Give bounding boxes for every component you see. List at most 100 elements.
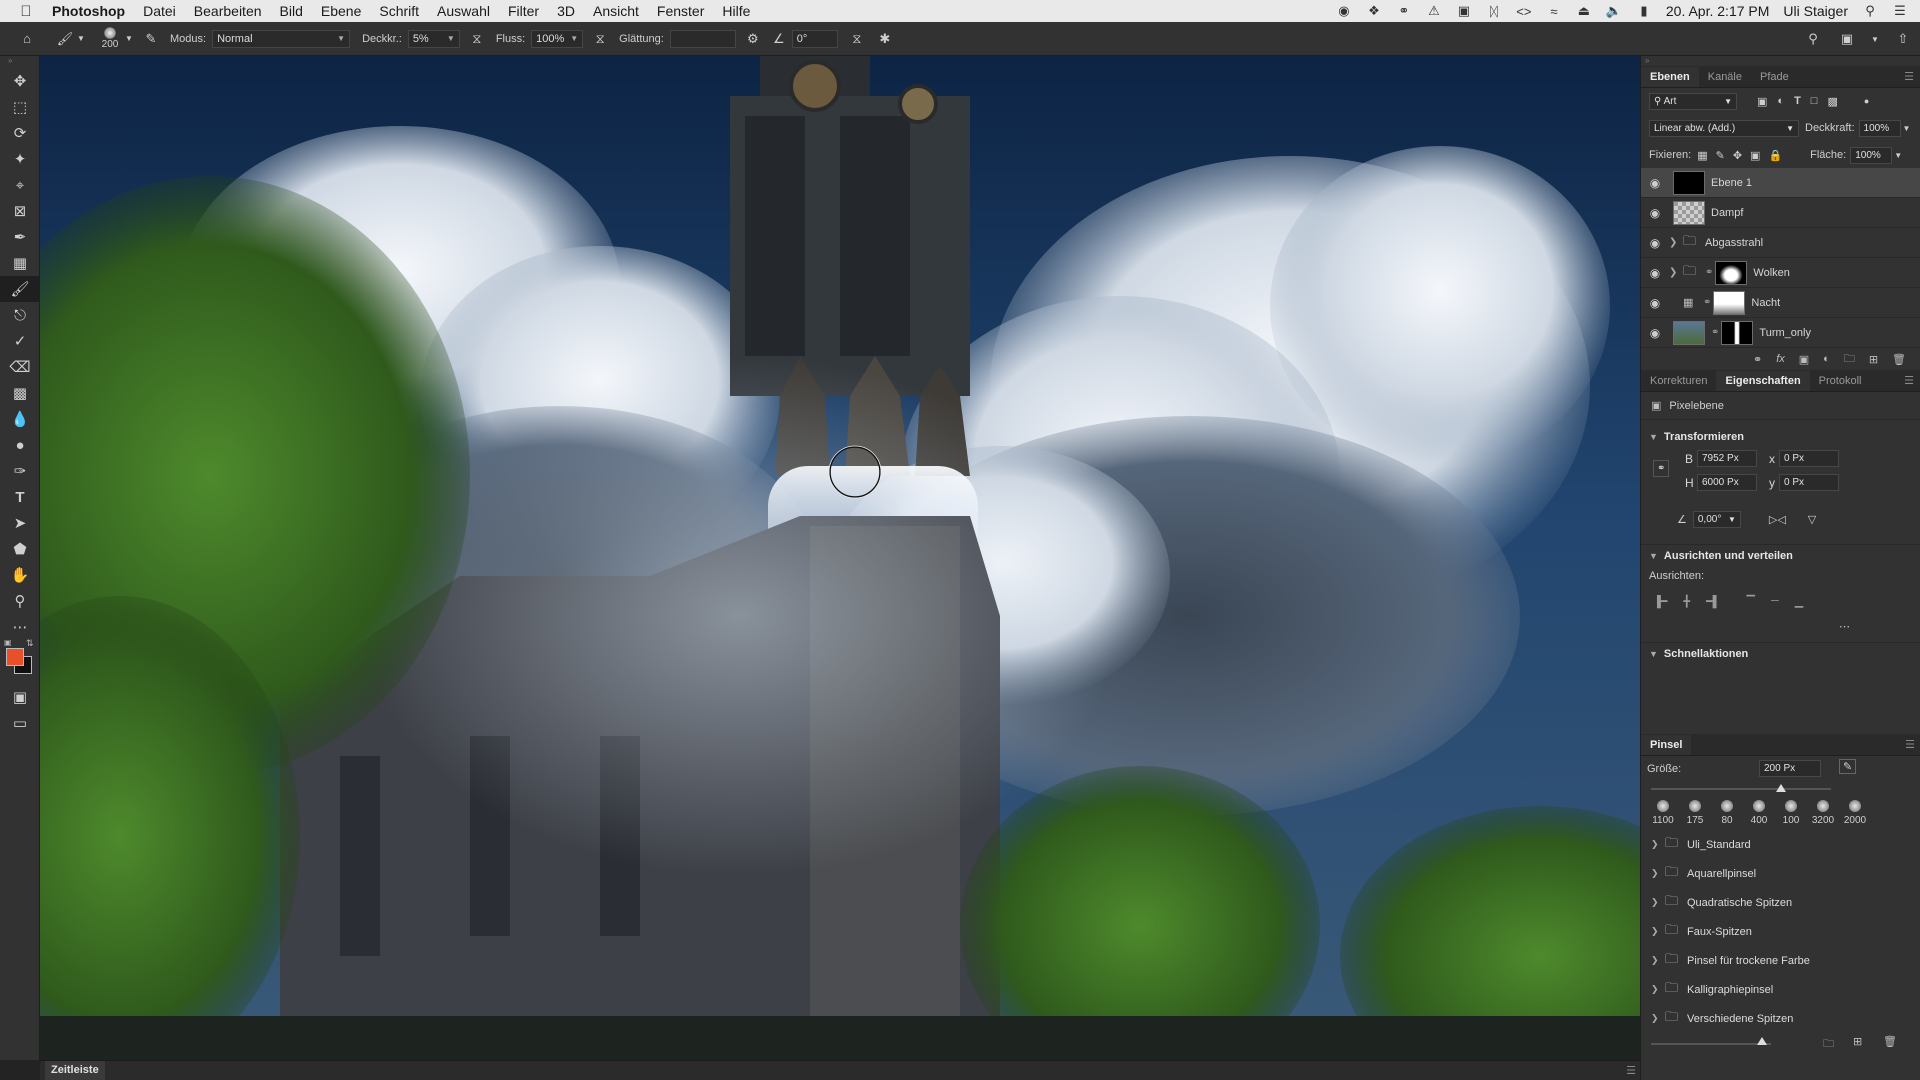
align-bottom-icon[interactable]: ▁ bbox=[1795, 595, 1803, 608]
search-icon[interactable]: ⚲ bbox=[1802, 28, 1824, 50]
brush-preset[interactable]: 1100 bbox=[1647, 800, 1679, 826]
new-adjustment-icon[interactable]: ◐ bbox=[1823, 353, 1830, 365]
more-options-icon[interactable]: ⋯ bbox=[1839, 620, 1850, 633]
eyedropper-tool-icon[interactable]: ✒ bbox=[0, 224, 40, 250]
app-status-icon[interactable]: ▣ bbox=[1456, 3, 1472, 18]
width-input[interactable]: 7952 Px bbox=[1697, 450, 1757, 467]
default-colors-icon[interactable]: ▣ bbox=[4, 638, 12, 647]
menubar-datetime[interactable]: 20. Apr. 2:17 PM bbox=[1666, 3, 1770, 19]
symmetry-icon[interactable]: ✱ bbox=[874, 28, 896, 50]
eye-icon[interactable]: ◉ bbox=[1641, 266, 1669, 280]
gear-icon[interactable]: ⚙ bbox=[742, 28, 764, 50]
notification-bell-icon[interactable]: ⚠ bbox=[1426, 3, 1442, 18]
volume-icon[interactable]: 🔈 bbox=[1606, 3, 1622, 18]
lock-all-icon[interactable]: 🔒 bbox=[1768, 149, 1782, 162]
eye-icon[interactable]: ◉ bbox=[1641, 326, 1669, 340]
tab-pinsel[interactable]: Pinsel bbox=[1641, 735, 1692, 755]
brush-size-input[interactable]: 200 Px bbox=[1759, 760, 1821, 777]
filter-type-icon[interactable]: T bbox=[1794, 95, 1801, 107]
lock-transparent-icon[interactable]: ▦ bbox=[1697, 149, 1707, 162]
panel-menu-icon[interactable]: ☰ bbox=[1626, 1064, 1636, 1077]
brush-folder-item[interactable]: ❯ 🗀 Uli_Standard bbox=[1641, 830, 1920, 859]
rotation-input[interactable]: 0,00° ▼ bbox=[1692, 510, 1741, 528]
menu-bild[interactable]: Bild bbox=[280, 3, 303, 19]
brush-tool-icon[interactable]: 🖌 bbox=[0, 276, 40, 302]
link-layers-icon[interactable]: ⚭ bbox=[1753, 353, 1762, 366]
dropbox-icon[interactable]: ❖ bbox=[1366, 3, 1382, 18]
panel-menu-icon[interactable]: ☰ bbox=[1904, 374, 1914, 387]
workspace-icon[interactable]: ▣ bbox=[1836, 28, 1858, 50]
new-folder-icon[interactable]: 🗀 bbox=[1823, 1035, 1834, 1054]
brush-folder-item[interactable]: ❯ 🗀 Faux-Spitzen bbox=[1641, 917, 1920, 946]
menu-datei[interactable]: Datei bbox=[143, 3, 176, 19]
hand-tool-icon[interactable]: ✋ bbox=[0, 562, 40, 588]
layer-row[interactable]: ◉ Ebene 1 bbox=[1641, 168, 1920, 198]
toolbar-collapse-icon[interactable]: » bbox=[0, 56, 39, 68]
brush-preset[interactable]: 2000 bbox=[1839, 800, 1871, 826]
link-icon[interactable]: ⚭ bbox=[1711, 327, 1719, 338]
layer-name[interactable]: Abgasstrahl bbox=[1705, 237, 1763, 249]
add-mask-icon[interactable]: ▣ bbox=[1799, 353, 1809, 366]
eject-icon[interactable]: ⏏ bbox=[1576, 3, 1592, 18]
quick-mask-icon[interactable]: ▣ bbox=[0, 684, 40, 710]
layer-filter-select[interactable]: ⚲ Art ▼ bbox=[1649, 92, 1737, 110]
document-canvas[interactable] bbox=[40, 56, 1640, 1060]
lock-image-icon[interactable]: ✎ bbox=[1716, 149, 1725, 162]
tab-eigenschaften[interactable]: Eigenschaften bbox=[1716, 371, 1810, 391]
lock-position-icon[interactable]: ✥ bbox=[1733, 149, 1742, 162]
brush-size-slider[interactable] bbox=[1651, 782, 1911, 796]
preview-size-slider[interactable] bbox=[1651, 1043, 1771, 1045]
move-tool-icon[interactable]: ✥ bbox=[0, 68, 40, 94]
align-right-icon[interactable]: ━▌ bbox=[1706, 595, 1720, 608]
dodge-tool-icon[interactable]: ● bbox=[0, 432, 40, 458]
gradient-tool-icon[interactable]: ▩ bbox=[0, 380, 40, 406]
new-brush-icon[interactable]: ⊞ bbox=[1853, 1035, 1862, 1048]
chevron-right-icon[interactable]: ❯ bbox=[1651, 955, 1665, 966]
eraser-tool-icon[interactable]: ⌫ bbox=[0, 354, 40, 380]
y-input[interactable]: 0 Px bbox=[1779, 474, 1839, 491]
smoothing-select[interactable] bbox=[669, 29, 736, 48]
menu-auswahl[interactable]: Auswahl bbox=[437, 3, 490, 19]
link-icon[interactable]: ⚭ bbox=[1705, 267, 1713, 278]
layer-group-row[interactable]: ◉ ❯ 🗀 ⚭ Wolken bbox=[1641, 258, 1920, 288]
filter-toggle-icon[interactable]: ● bbox=[1864, 96, 1869, 106]
layer-name[interactable]: Nacht bbox=[1751, 297, 1780, 309]
swap-colors-icon[interactable]: ⇅ bbox=[26, 638, 34, 649]
chevron-down-icon[interactable]: ▼ bbox=[1870, 28, 1880, 50]
slider-thumb[interactable] bbox=[1775, 784, 1786, 792]
foreground-color-swatch[interactable] bbox=[6, 648, 24, 666]
airbrush-icon[interactable]: ⧖ bbox=[589, 28, 611, 50]
history-brush-tool-icon[interactable]: ✓ bbox=[0, 328, 40, 354]
menu-fenster[interactable]: Fenster bbox=[657, 3, 704, 19]
apple-icon[interactable]:  bbox=[0, 3, 52, 20]
lock-artboard-icon[interactable]: ▣ bbox=[1750, 149, 1760, 162]
menu-ansicht[interactable]: Ansicht bbox=[593, 3, 639, 19]
chevron-right-icon[interactable]: ❯ bbox=[1669, 237, 1683, 248]
menu-hilfe[interactable]: Hilfe bbox=[722, 3, 750, 19]
brush-folder-item[interactable]: ❯ 🗀 Quadratische Spitzen bbox=[1641, 888, 1920, 917]
align-center-h-icon[interactable]: ╋ bbox=[1683, 595, 1690, 608]
spotlight-search-icon[interactable]: ⚲ bbox=[1862, 3, 1878, 18]
menu-3d[interactable]: 3D bbox=[557, 3, 575, 19]
mode-select[interactable]: Normal ▼ bbox=[212, 29, 351, 48]
frame-tool-icon[interactable]: ⊠ bbox=[0, 198, 40, 224]
layer-name[interactable]: Turm_only bbox=[1759, 327, 1811, 339]
marquee-tool-icon[interactable]: ⬚ bbox=[0, 94, 40, 120]
filter-smartobject-icon[interactable]: ▩ bbox=[1827, 95, 1837, 108]
brush-settings-icon[interactable]: ✎ bbox=[140, 28, 162, 50]
chevron-down-icon[interactable]: ▼ bbox=[76, 28, 86, 50]
shape-tool-icon[interactable]: ⬟ bbox=[0, 536, 40, 562]
brush-preset[interactable]: 100 bbox=[1775, 800, 1807, 826]
flip-vertical-icon[interactable]: ▽ bbox=[1808, 513, 1816, 526]
layer-name[interactable]: Wolken bbox=[1753, 267, 1789, 279]
menu-app-name[interactable]: Photoshop bbox=[52, 3, 125, 19]
crop-tool-icon[interactable]: ⌖ bbox=[0, 172, 40, 198]
fill-input[interactable]: 100% bbox=[1850, 146, 1893, 164]
chevron-right-icon[interactable]: ❯ bbox=[1651, 984, 1665, 995]
eye-icon[interactable]: ◉ bbox=[1641, 206, 1669, 220]
code-icon[interactable]: <> bbox=[1516, 4, 1532, 19]
tab-ebenen[interactable]: Ebenen bbox=[1641, 67, 1699, 87]
quick-actions-header[interactable]: ▼ Schnellaktionen bbox=[1641, 642, 1920, 664]
align-section-header[interactable]: ▼ Ausrichten und verteilen bbox=[1641, 544, 1920, 566]
brush-folder-item[interactable]: ❯ 🗀 Pinsel für trockene Farbe bbox=[1641, 946, 1920, 975]
